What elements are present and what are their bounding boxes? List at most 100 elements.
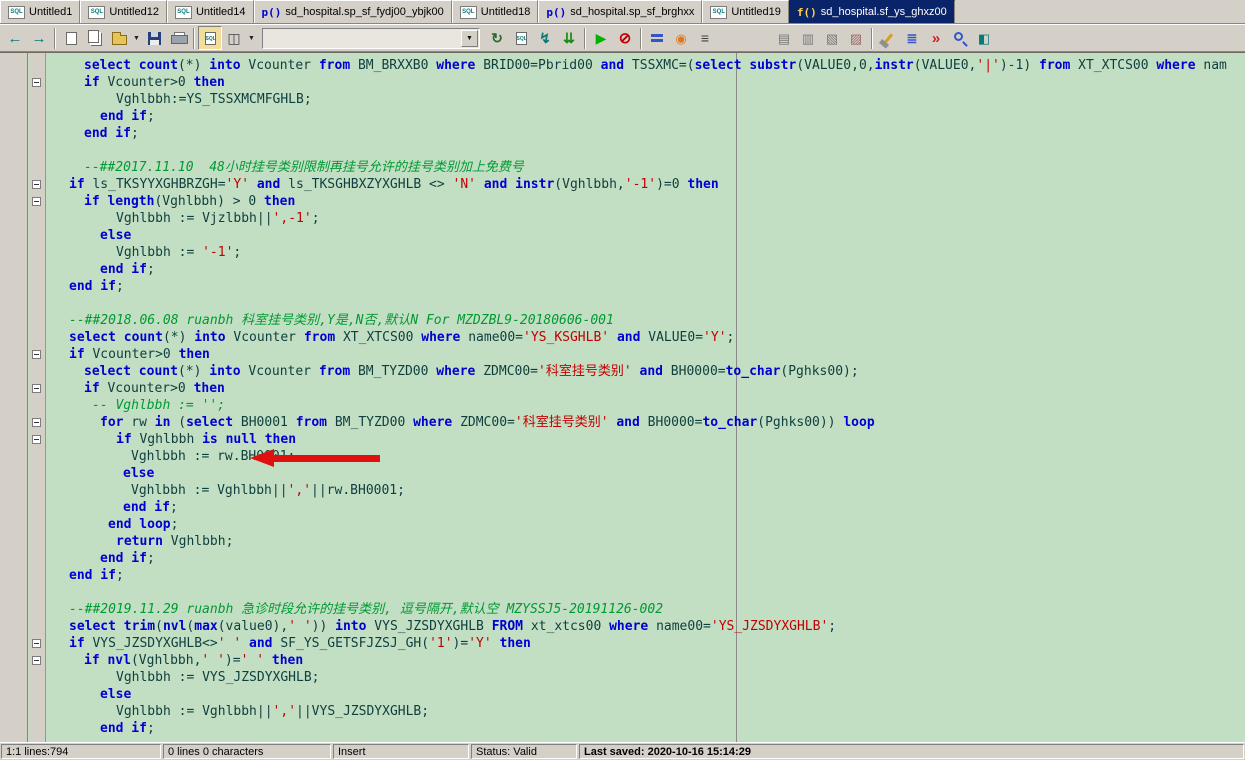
function-icon: f() bbox=[796, 5, 817, 19]
fold-marker[interactable] bbox=[32, 418, 41, 427]
code-line: select count(*) into Vcounter from BM_BR… bbox=[84, 58, 1227, 73]
sql-window-icon: SQL bbox=[8, 5, 25, 19]
code-line: if Vghlbbh is null then bbox=[116, 432, 297, 447]
macro-button[interactable]: » bbox=[924, 26, 948, 50]
code-line: Vghlbbh:=YS_TSSXMCMFGHLB; bbox=[116, 92, 312, 107]
fold-marker[interactable] bbox=[32, 350, 41, 359]
todo-icon: ≣ bbox=[906, 30, 918, 46]
code-line: Vghlbbh := VYS_JZSDYXGHLB; bbox=[116, 670, 320, 685]
code-line: return Vghlbbh; bbox=[116, 534, 234, 549]
last-saved: Last saved: 2020-10-16 15:14:29 bbox=[579, 744, 1244, 759]
find-button[interactable] bbox=[948, 26, 972, 50]
code-line: end if; bbox=[100, 551, 155, 566]
fold-marker[interactable] bbox=[32, 78, 41, 87]
code-line: else bbox=[100, 228, 132, 243]
session-selector-combo[interactable]: ▼ bbox=[262, 27, 480, 49]
fetch-next-button[interactable]: ⇊ bbox=[557, 26, 581, 50]
color-mark-button[interactable]: ◧ bbox=[972, 26, 996, 50]
refresh-button[interactable]: ↻ bbox=[485, 26, 509, 50]
clipboard4-icon: ▨ bbox=[849, 30, 863, 46]
copy-special-button[interactable]: ▥ bbox=[796, 26, 820, 50]
toolbar-separator bbox=[584, 27, 586, 49]
step-button[interactable] bbox=[645, 26, 669, 50]
open-button-dropdown[interactable]: ▼ bbox=[131, 26, 142, 50]
code-line: end if; bbox=[100, 109, 155, 124]
sql-window-icon: SQL bbox=[459, 5, 477, 19]
code-line: select count(*) into Vcounter from XT_XT… bbox=[69, 330, 735, 345]
code-line: --##2018.06.08 ruanbh 科室挂号类别,Y是,N否,默认N F… bbox=[69, 313, 614, 328]
window-layout-button-dropdown[interactable]: ▼ bbox=[246, 26, 257, 50]
code-editor[interactable]: select count(*) into Vcounter from BM_BR… bbox=[0, 52, 1245, 742]
code-line: if length(Vghlbbh) > 0 then bbox=[84, 194, 296, 209]
execute-button[interactable]: ▶ bbox=[589, 26, 613, 50]
new-instance-button[interactable] bbox=[83, 26, 107, 50]
annotation-arrow bbox=[250, 449, 380, 467]
status-bar: 1:1 lines:794 0 lines 0 characters Inser… bbox=[0, 742, 1245, 760]
tab-sd-hospital-sp-sf-fydj00-ybjk00[interactable]: p() sd_hospital.sp_sf_fydj00_ybjk00 bbox=[253, 0, 452, 23]
profiler-button[interactable]: ◉ bbox=[669, 26, 693, 50]
caret-position: 1:1 lines:794 bbox=[1, 744, 161, 759]
tab-untitled12[interactable]: SQL Untitled12 bbox=[80, 0, 167, 23]
fold-marker[interactable] bbox=[32, 639, 41, 648]
new-button[interactable] bbox=[59, 26, 83, 50]
tab-label: sd_hospital.sp_sf_brghxx bbox=[570, 6, 695, 18]
tab-label: sd_hospital.sp_sf_fydj00_ybjk00 bbox=[285, 6, 444, 18]
back-button[interactable]: ← bbox=[3, 26, 27, 50]
tab-label: Untitled14 bbox=[195, 6, 246, 18]
fold-marker[interactable] bbox=[32, 435, 41, 444]
lightning-icon: ↯ bbox=[539, 30, 551, 46]
tab-untitled18[interactable]: SQL Untitled18 bbox=[451, 0, 539, 23]
magnifier-icon bbox=[953, 31, 963, 41]
fold-marker[interactable] bbox=[32, 656, 41, 665]
edit-clipboard-button[interactable]: ▨ bbox=[844, 26, 868, 50]
selection-info: 0 lines 0 characters bbox=[163, 744, 331, 759]
window-layout-button[interactable]: ◫ bbox=[222, 26, 246, 50]
procedure-icon: p() bbox=[546, 5, 567, 19]
fold-marker[interactable] bbox=[32, 197, 41, 206]
paste-button[interactable]: ▧ bbox=[820, 26, 844, 50]
sql-window-button[interactable] bbox=[198, 26, 222, 50]
floppy-icon bbox=[147, 31, 161, 45]
play-icon: ▶ bbox=[595, 30, 607, 46]
editor-left-margin bbox=[0, 53, 28, 742]
code-line: if nvl(Vghlbbh,' ')=' ' then bbox=[84, 653, 304, 668]
fold-marker[interactable] bbox=[32, 180, 41, 189]
arrow-left-icon: ← bbox=[7, 29, 23, 47]
statistics-button[interactable]: ≡ bbox=[693, 26, 717, 50]
run-script-button[interactable]: ↯ bbox=[533, 26, 557, 50]
tab-sd-hospital-sp-sf-brghxx[interactable]: p() sd_hospital.sp_sf_brghxx bbox=[538, 0, 703, 23]
copy-button[interactable]: ▤ bbox=[772, 26, 796, 50]
tab-untitled1[interactable]: SQL Untitled1 bbox=[0, 0, 81, 23]
code-line: if Vcounter>0 then bbox=[69, 347, 210, 362]
beautifier-button[interactable] bbox=[876, 26, 900, 50]
double-down-icon: ⇊ bbox=[563, 30, 575, 46]
code-line: select trim(nvl(max(value0),' ')) into V… bbox=[69, 619, 837, 634]
new-page-icon bbox=[65, 31, 77, 45]
code-line: if Vcounter>0 then bbox=[84, 75, 225, 90]
break-button[interactable]: ⊘ bbox=[613, 26, 637, 50]
tab-sd-hospital-sf-ys-ghxz00[interactable]: f() sd_hospital.sf_ys_ghxz00 bbox=[788, 0, 955, 23]
open-button[interactable] bbox=[107, 26, 131, 50]
toolbar-separator bbox=[193, 27, 195, 49]
code-line: --##2017.11.10 48小时挂号类别限制再挂号允许的挂号类别加上免费号 bbox=[84, 160, 524, 175]
tab-untitled19[interactable]: SQL Untitled19 bbox=[702, 0, 789, 23]
code-line: else bbox=[100, 687, 132, 702]
todo-list-button[interactable]: ≣ bbox=[900, 26, 924, 50]
toolbar-separator bbox=[871, 27, 873, 49]
code-line: for rw in (select BH0001 from BM_TYZD00 … bbox=[100, 415, 875, 430]
sql-window-icon: SQL bbox=[88, 5, 106, 19]
code-line: end if; bbox=[123, 500, 178, 515]
tab-untitled14[interactable]: SQL Untitled14 bbox=[166, 0, 254, 23]
save-button[interactable] bbox=[142, 26, 166, 50]
code-line: Vghlbbh := Vghlbbh||','||VYS_JZSDYXGHLB; bbox=[116, 704, 430, 719]
forward-button[interactable]: → bbox=[27, 26, 51, 50]
execute-sql-button[interactable] bbox=[509, 26, 533, 50]
combo-dropdown-icon[interactable]: ▼ bbox=[461, 29, 478, 47]
fold-marker[interactable] bbox=[32, 384, 41, 393]
toolbar-separator bbox=[54, 27, 56, 49]
code-line: Vghlbbh := Vghlbbh||','||rw.BH0001; bbox=[131, 483, 405, 498]
print-button[interactable] bbox=[166, 26, 190, 50]
code-area[interactable]: select count(*) into Vcounter from BM_BR… bbox=[47, 53, 1245, 742]
toolbar-separator bbox=[640, 27, 642, 49]
